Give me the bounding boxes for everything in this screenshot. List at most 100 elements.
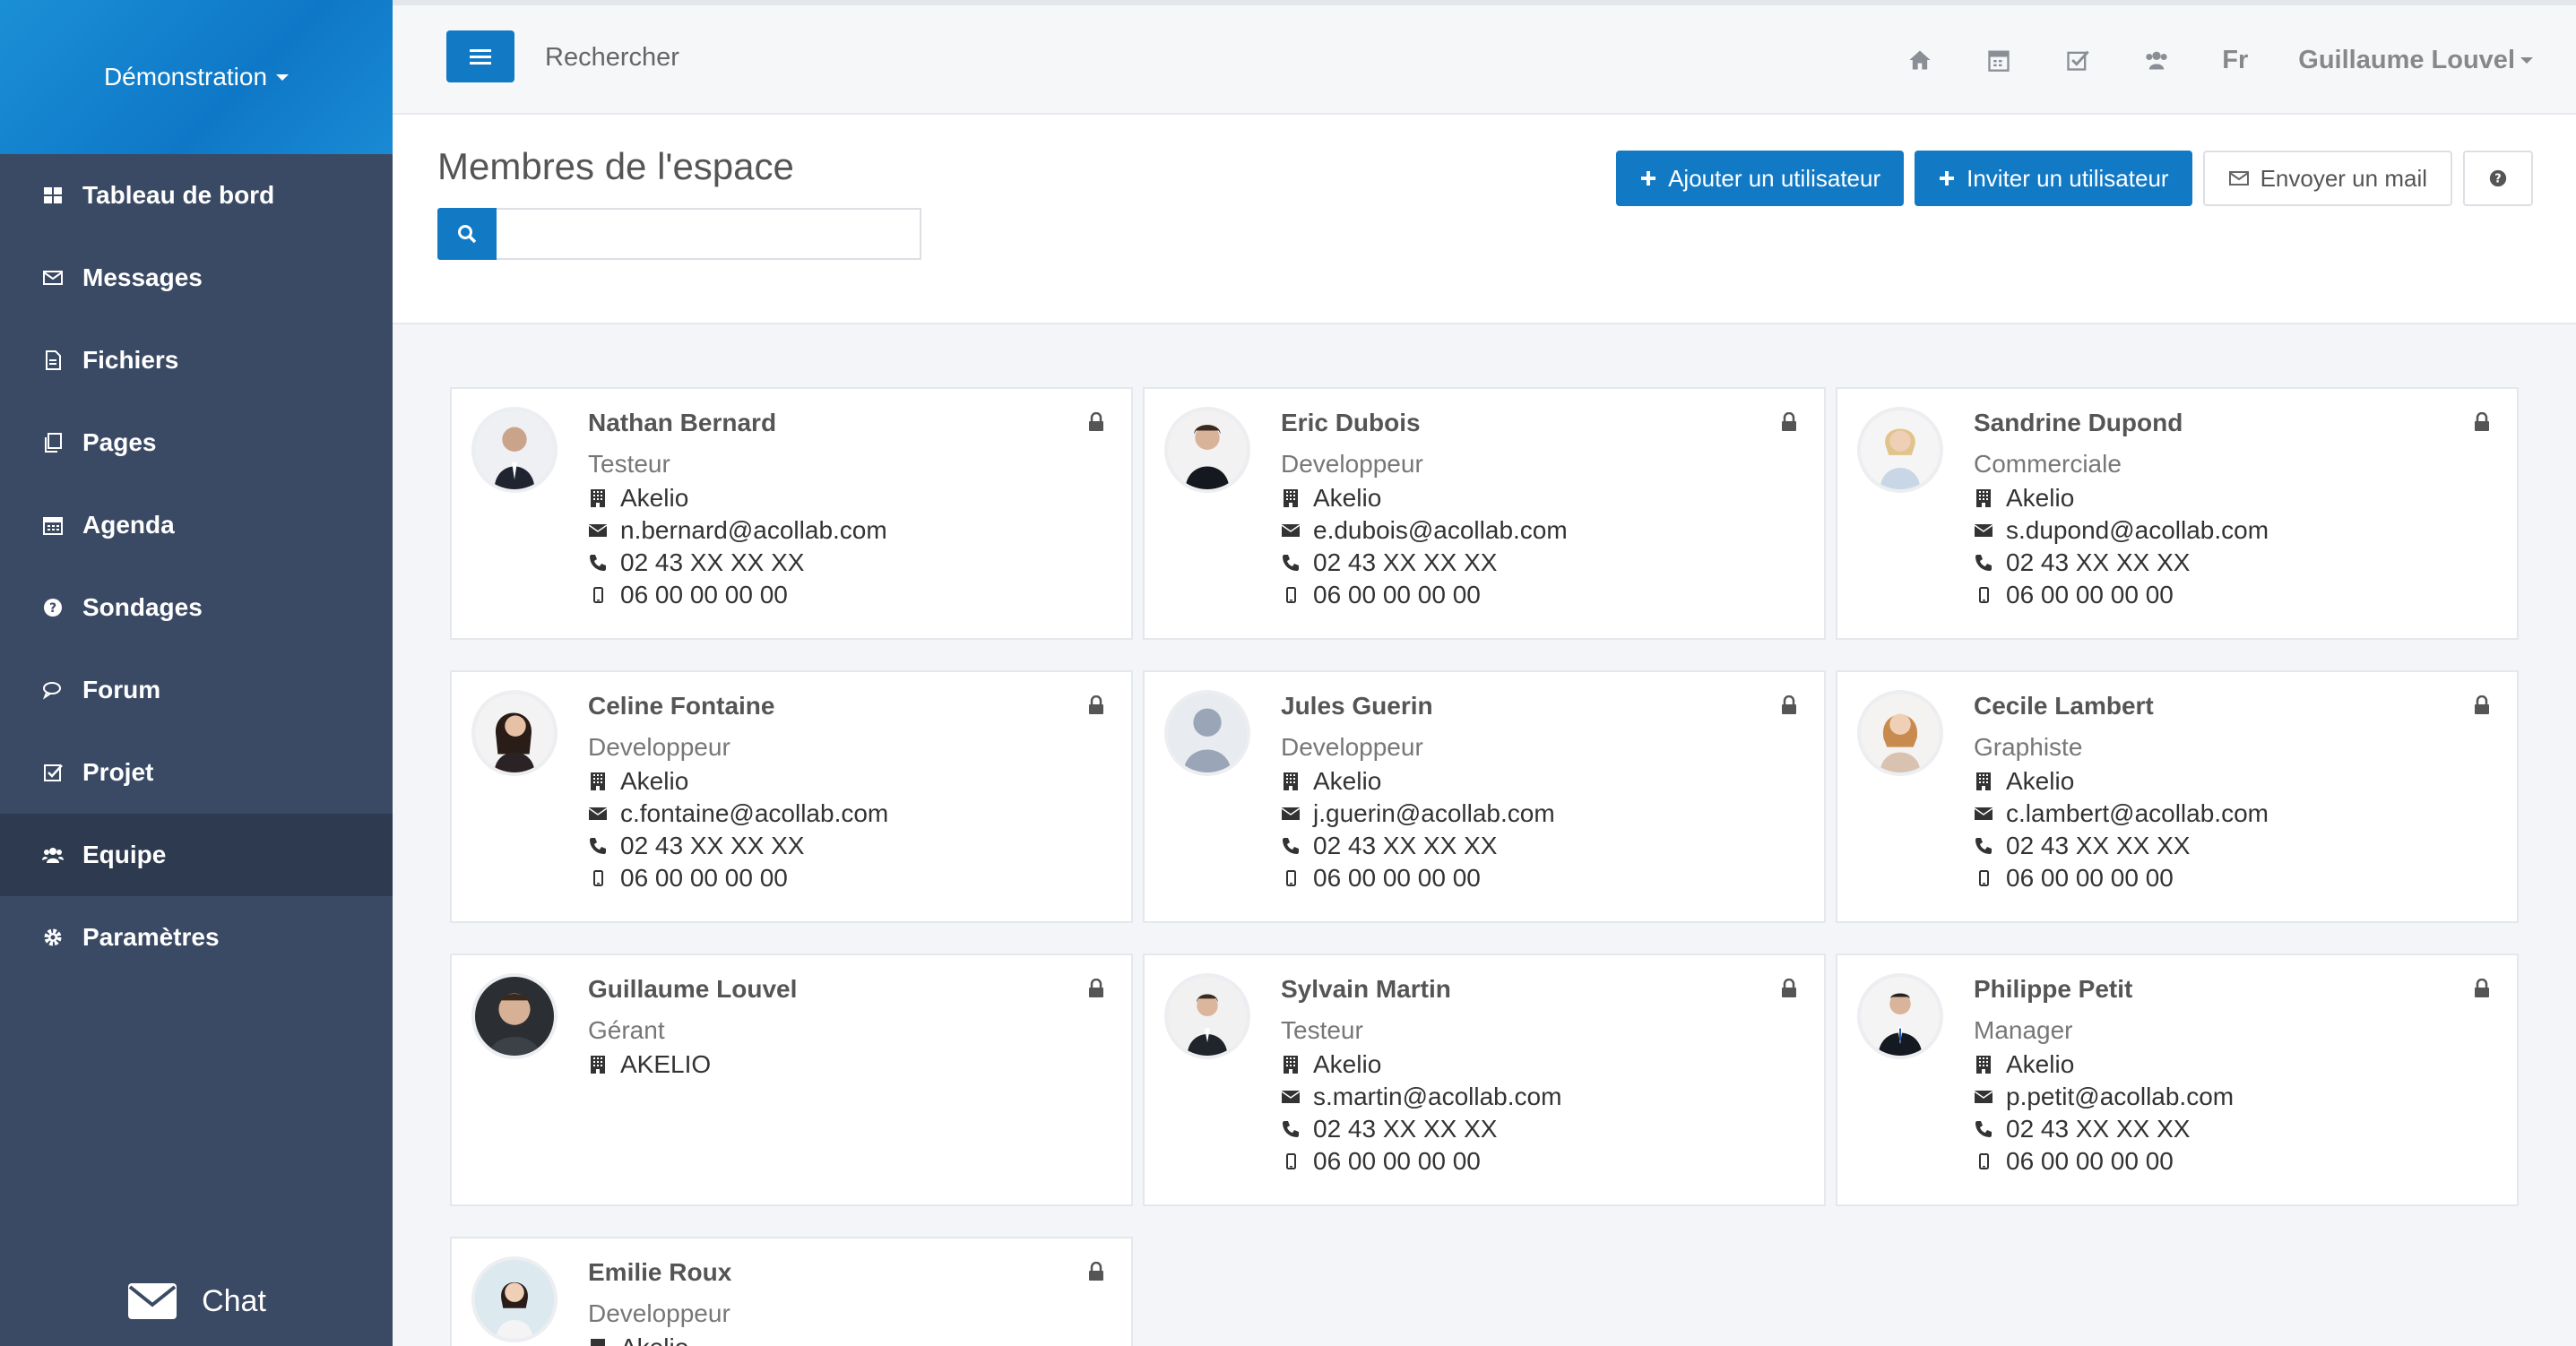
sidebar-item-team[interactable]: Equipe bbox=[0, 814, 393, 896]
member-card[interactable]: Sylvain Martin Testeur Akelio s.martin@a… bbox=[1143, 953, 1826, 1206]
member-card[interactable]: Philippe Petit Manager Akelio p.petit@ac… bbox=[1836, 953, 2519, 1206]
member-email-row: c.fontaine@acollab.com bbox=[588, 798, 888, 830]
phone-icon bbox=[588, 836, 608, 856]
member-name[interactable]: Nathan Bernard bbox=[588, 409, 887, 437]
sidebar-item-files[interactable]: Fichiers bbox=[0, 319, 393, 401]
mobile-icon bbox=[1974, 585, 1993, 605]
sidebar-item-agenda[interactable]: Agenda bbox=[0, 484, 393, 566]
member-role: Manager bbox=[1974, 1016, 2073, 1044]
sidebar-item-label: Paramètres bbox=[82, 923, 220, 951]
member-email[interactable]: p.petit@acollab.com bbox=[2006, 1083, 2234, 1111]
member-card[interactable]: Jules Guerin Developpeur Akelio j.guerin… bbox=[1143, 670, 1826, 923]
hamburger-icon bbox=[470, 49, 491, 65]
member-company-row: Akelio bbox=[1281, 482, 1568, 514]
envelope-icon bbox=[1281, 521, 1301, 540]
question-icon: ? bbox=[41, 596, 65, 619]
member-phone-row: 02 43 XX XX XX bbox=[588, 547, 887, 579]
member-role: Developpeur bbox=[1281, 733, 1423, 761]
global-search[interactable]: Rechercher bbox=[545, 43, 679, 73]
plus-icon bbox=[1641, 171, 1656, 186]
home-icon[interactable] bbox=[1906, 47, 1933, 73]
member-email[interactable]: c.fontaine@acollab.com bbox=[620, 799, 888, 828]
member-name[interactable]: Celine Fontaine bbox=[588, 692, 888, 720]
building-icon bbox=[1281, 488, 1301, 508]
sidebar-item-label: Forum bbox=[82, 676, 161, 703]
search-button[interactable] bbox=[437, 208, 497, 260]
member-name[interactable]: Cecile Lambert bbox=[1974, 692, 2269, 720]
svg-text:?: ? bbox=[49, 601, 56, 616]
member-email[interactable]: n.bernard@acollab.com bbox=[620, 516, 887, 545]
member-card[interactable]: Sandrine Dupond Commerciale Akelio s.dup… bbox=[1836, 387, 2519, 640]
member-email[interactable]: s.dupond@acollab.com bbox=[2006, 516, 2269, 545]
member-name[interactable]: Jules Guerin bbox=[1281, 692, 1555, 720]
sidebar-item-project[interactable]: Projet bbox=[0, 731, 393, 814]
member-email[interactable]: j.guerin@acollab.com bbox=[1313, 799, 1555, 828]
language-selector[interactable]: Fr bbox=[2222, 46, 2248, 75]
send-mail-button[interactable]: Envoyer un mail bbox=[2202, 151, 2452, 206]
member-name[interactable]: Guillaume Louvel bbox=[588, 975, 797, 1004]
file-icon bbox=[41, 349, 65, 372]
member-email[interactable]: e.dubois@acollab.com bbox=[1313, 516, 1568, 545]
sidebar-item-forum[interactable]: Forum bbox=[0, 649, 393, 731]
envelope-icon bbox=[588, 521, 608, 540]
users-icon[interactable] bbox=[2143, 47, 2170, 73]
sidebar-item-label: Pages bbox=[82, 428, 157, 456]
member-company: AKELIO bbox=[620, 1050, 712, 1078]
mobile-icon bbox=[1974, 1152, 1993, 1171]
member-name[interactable]: Eric Dubois bbox=[1281, 409, 1568, 437]
sidebar-item-dashboard[interactable]: Tableau de bord bbox=[0, 154, 393, 237]
mobile-icon bbox=[588, 868, 608, 888]
member-phone: 02 43 XX XX XX bbox=[1313, 832, 1498, 859]
invite-user-button[interactable]: Inviter un utilisateur bbox=[1915, 151, 2192, 206]
member-name[interactable]: Emilie Roux bbox=[588, 1258, 731, 1287]
phone-icon bbox=[1974, 1119, 1993, 1139]
member-mobile-row: 06 00 00 00 00 bbox=[1281, 1145, 1561, 1178]
menu-toggle-button[interactable] bbox=[446, 30, 514, 82]
member-name[interactable]: Sandrine Dupond bbox=[1974, 409, 2269, 437]
check-square-icon[interactable] bbox=[2064, 47, 2091, 73]
member-mobile-row: 06 00 00 00 00 bbox=[1281, 579, 1568, 611]
space-selector[interactable]: Démonstration bbox=[0, 0, 393, 154]
member-phone: 02 43 XX XX XX bbox=[620, 548, 805, 576]
member-company-row: Akelio bbox=[1974, 1048, 2234, 1081]
help-button[interactable]: ? bbox=[2463, 151, 2533, 206]
sidebar-item-messages[interactable]: Messages bbox=[0, 237, 393, 319]
member-email[interactable]: s.martin@acollab.com bbox=[1313, 1083, 1561, 1111]
sidebar-item-polls[interactable]: ? Sondages bbox=[0, 566, 393, 649]
phone-icon bbox=[1974, 836, 1993, 856]
member-company-row: Akelio bbox=[588, 1332, 731, 1346]
phone-icon bbox=[1974, 553, 1993, 573]
member-card[interactable]: Nathan Bernard Testeur Akelio n.bernard@… bbox=[450, 387, 1133, 640]
member-card[interactable]: Eric Dubois Developpeur Akelio e.dubois@… bbox=[1143, 387, 1826, 640]
member-company: Akelio bbox=[620, 1333, 688, 1346]
member-email[interactable]: c.lambert@acollab.com bbox=[2006, 799, 2269, 828]
building-icon bbox=[1974, 1055, 1993, 1074]
search-input[interactable] bbox=[497, 208, 921, 260]
add-user-button[interactable]: Ajouter un utilisateur bbox=[1616, 151, 1905, 206]
calendar-icon[interactable] bbox=[1985, 47, 2012, 73]
member-card[interactable]: Guillaume Louvel Gérant AKELIO bbox=[450, 953, 1133, 1206]
sidebar-item-pages[interactable]: Pages bbox=[0, 401, 393, 484]
member-mobile: 06 00 00 00 00 bbox=[620, 581, 788, 608]
member-mobile-row: 06 00 00 00 00 bbox=[1974, 862, 2269, 894]
sidebar-item-label: Fichiers bbox=[82, 346, 179, 374]
invite-user-label: Inviter un utilisateur bbox=[1967, 164, 2169, 192]
chat-button[interactable]: Chat bbox=[0, 1256, 393, 1346]
user-menu[interactable]: Guillaume Louvel bbox=[2298, 46, 2533, 75]
member-card[interactable]: Cecile Lambert Graphiste Akelio c.lamber… bbox=[1836, 670, 2519, 923]
member-phone: 02 43 XX XX XX bbox=[620, 832, 805, 859]
member-card[interactable]: Celine Fontaine Developpeur Akelio c.fon… bbox=[450, 670, 1133, 923]
building-icon bbox=[588, 1338, 608, 1346]
member-email-row: s.martin@acollab.com bbox=[1281, 1081, 1561, 1113]
avatar bbox=[1857, 973, 1943, 1059]
member-card[interactable]: Emilie Roux Developpeur Akelio bbox=[450, 1237, 1133, 1346]
member-name[interactable]: Philippe Petit bbox=[1974, 975, 2234, 1004]
sidebar-item-settings[interactable]: Paramètres bbox=[0, 896, 393, 979]
sidebar-item-label: Agenda bbox=[82, 511, 175, 539]
plus-icon bbox=[1940, 171, 1955, 186]
member-name[interactable]: Sylvain Martin bbox=[1281, 975, 1561, 1004]
member-company-row: Akelio bbox=[1281, 765, 1555, 798]
member-role: Graphiste bbox=[1974, 733, 2083, 761]
phone-icon bbox=[1281, 836, 1301, 856]
envelope-icon bbox=[1974, 1087, 1993, 1107]
